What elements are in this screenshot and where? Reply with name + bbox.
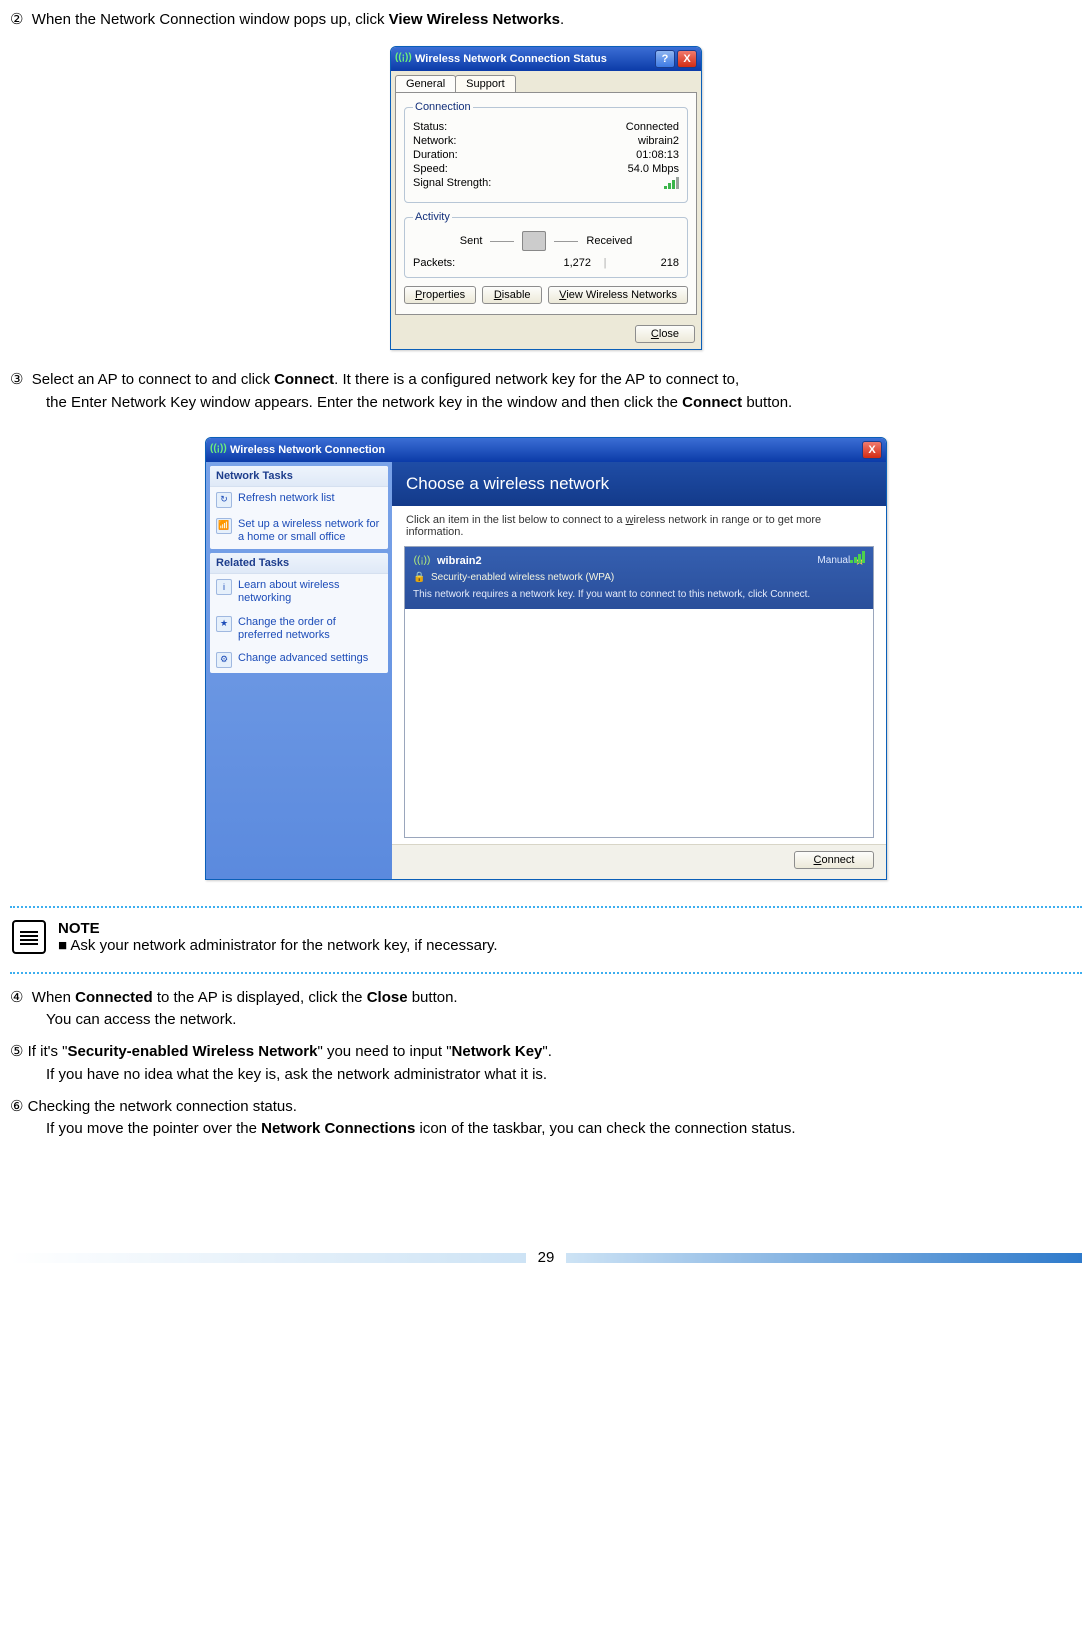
page-number: 29 bbox=[538, 1249, 555, 1266]
manual-page: ② When the Network Connection window pop… bbox=[0, 0, 1092, 1296]
note: NOTE ■ Ask your network administrator fo… bbox=[10, 920, 1082, 954]
main-panel: Choose a wireless network Click an item … bbox=[392, 462, 886, 879]
sidebar-item-learn[interactable]: i Learn about wireless networking bbox=[210, 574, 388, 610]
dialog-body: Network Tasks ↻ Refresh network list 📶 S… bbox=[206, 462, 886, 879]
packets-received: 218 bbox=[619, 257, 679, 269]
sidebar-item-label: Set up a wireless network for a home or … bbox=[238, 518, 382, 544]
connect-row: Connect bbox=[392, 844, 886, 879]
signal-bars bbox=[664, 177, 679, 192]
packets-label: Packets: bbox=[413, 257, 531, 269]
note-text: NOTE ■ Ask your network administrator fo… bbox=[58, 920, 498, 954]
dialog-title: Wireless Network Connection Status bbox=[415, 53, 607, 65]
sidebar-item-label: Refresh network list bbox=[238, 492, 335, 505]
lock-icon: 🔒 bbox=[413, 572, 425, 584]
dialog-title: Wireless Network Connection bbox=[230, 444, 385, 456]
received-label: Received bbox=[586, 235, 632, 247]
titlebar: ((¡)) Wireless Network Connection Status… bbox=[391, 47, 701, 71]
speed-value: 54.0 Mbps bbox=[628, 163, 679, 175]
status-label: Status: bbox=[413, 121, 447, 133]
packets-row: Packets: 1,272 | 218 bbox=[413, 257, 679, 269]
network-item[interactable]: ((¡)) wibrain2 Manual ★ 🔒 bbox=[405, 547, 873, 609]
connection-legend: Connection bbox=[413, 101, 473, 113]
antenna-icon: ((¡)) bbox=[413, 553, 431, 569]
related-tasks-heading: Related Tasks bbox=[210, 553, 388, 574]
divider bbox=[10, 906, 1082, 908]
status-value: Connected bbox=[626, 121, 679, 133]
button-row: Properties Disable View Wireless Network… bbox=[404, 286, 688, 304]
activity-legend: Activity bbox=[413, 211, 452, 223]
step-3: ③ Select an AP to connect to and click C… bbox=[10, 368, 1082, 415]
close-icon[interactable]: X bbox=[862, 441, 882, 459]
wireless-status-dialog: ((¡)) Wireless Network Connection Status… bbox=[390, 46, 702, 350]
choose-network-heading: Choose a wireless network bbox=[392, 462, 886, 506]
network-tasks-heading: Network Tasks bbox=[210, 466, 388, 487]
step-5: ⑤ If it's "Security-enabled Wireless Net… bbox=[10, 1040, 1082, 1087]
tabs: General Support bbox=[391, 71, 701, 92]
wifi-icon: ((¡)) bbox=[395, 52, 411, 66]
connection-fieldset: Connection Status: Connected Network: wibr… bbox=[404, 101, 688, 203]
sidebar-item-refresh[interactable]: ↻ Refresh network list bbox=[210, 487, 388, 513]
step-4: ④ When Connected to the AP is displayed,… bbox=[10, 986, 1082, 1033]
activity-fieldset: Activity Sent Received Packets: 1,272 | … bbox=[404, 211, 688, 278]
signal-label: Signal Strength: bbox=[413, 177, 491, 192]
gear-icon: ⚙ bbox=[216, 652, 232, 668]
network-tasks-card: Network Tasks ↻ Refresh network list 📶 S… bbox=[210, 466, 388, 549]
footer-bar-right bbox=[566, 1253, 1082, 1263]
sidebar-item-order[interactable]: ★ Change the order of preferred networks bbox=[210, 611, 388, 647]
tab-support[interactable]: Support bbox=[455, 75, 516, 92]
close-button[interactable]: Close bbox=[635, 325, 695, 343]
network-description: This network requires a network key. If … bbox=[413, 588, 865, 601]
sidebar-item-label: Change advanced settings bbox=[238, 652, 368, 665]
page-footer: 29 bbox=[10, 1249, 1082, 1266]
titlebar: ((¡)) Wireless Network Connection X bbox=[206, 438, 886, 462]
close-icon[interactable]: X bbox=[677, 50, 697, 68]
panel: Connection Status: Connected Network: wibr… bbox=[395, 92, 697, 315]
sidebar-item-label: Learn about wireless networking bbox=[238, 579, 382, 605]
network-security: 🔒 Security-enabled wireless network (WPA… bbox=[413, 572, 865, 584]
wireless-connection-dialog: ((¡)) Wireless Network Connection X Netw… bbox=[205, 437, 887, 880]
note-body: ■ Ask your network administrator for the… bbox=[58, 937, 498, 954]
sidebar-item-label: Change the order of preferred networks bbox=[238, 616, 382, 642]
duration-label: Duration: bbox=[413, 149, 458, 161]
help-button[interactable]: ? bbox=[655, 50, 675, 68]
network-value: wibrain2 bbox=[638, 135, 679, 147]
star-icon: ★ bbox=[216, 616, 232, 632]
sidebar-item-advanced[interactable]: ⚙ Change advanced settings bbox=[210, 647, 388, 673]
divider bbox=[10, 972, 1082, 974]
info-icon: i bbox=[216, 579, 232, 595]
step-2: ② When the Network Connection window pop… bbox=[10, 10, 1082, 30]
related-tasks-card: Related Tasks i Learn about wireless net… bbox=[210, 553, 388, 673]
note-icon bbox=[12, 920, 46, 954]
hint-text: Click an item in the list below to conne… bbox=[392, 506, 886, 544]
network-list: ((¡)) wibrain2 Manual ★ 🔒 bbox=[404, 546, 874, 838]
close-row: Close bbox=[391, 319, 701, 349]
view-wireless-networks-button[interactable]: View Wireless Networks bbox=[548, 286, 688, 304]
refresh-icon: ↻ bbox=[216, 492, 232, 508]
network-ssid: wibrain2 bbox=[437, 555, 482, 567]
step-6: ⑥ Checking the network connection status… bbox=[10, 1095, 1082, 1142]
antenna-icon: 📶 bbox=[216, 518, 232, 534]
speed-label: Speed: bbox=[413, 163, 448, 175]
duration-value: 01:08:13 bbox=[636, 149, 679, 161]
network-label: Network: bbox=[413, 135, 456, 147]
note-heading: NOTE bbox=[58, 920, 498, 937]
computer-icon bbox=[522, 231, 546, 251]
signal-bars bbox=[850, 551, 865, 566]
wifi-icon: ((¡)) bbox=[210, 443, 226, 457]
properties-button[interactable]: Properties bbox=[404, 286, 476, 304]
sidebar-item-setup[interactable]: 📶 Set up a wireless network for a home o… bbox=[210, 513, 388, 549]
disable-button[interactable]: Disable bbox=[482, 286, 542, 304]
activity-graphic: Sent Received bbox=[413, 231, 679, 251]
footer-bar-left bbox=[10, 1253, 526, 1263]
sent-label: Sent bbox=[460, 235, 483, 247]
sidebar: Network Tasks ↻ Refresh network list 📶 S… bbox=[206, 462, 392, 879]
connect-button[interactable]: Connect bbox=[794, 851, 874, 869]
tab-general[interactable]: General bbox=[395, 75, 456, 92]
packets-sent: 1,272 bbox=[531, 257, 591, 269]
